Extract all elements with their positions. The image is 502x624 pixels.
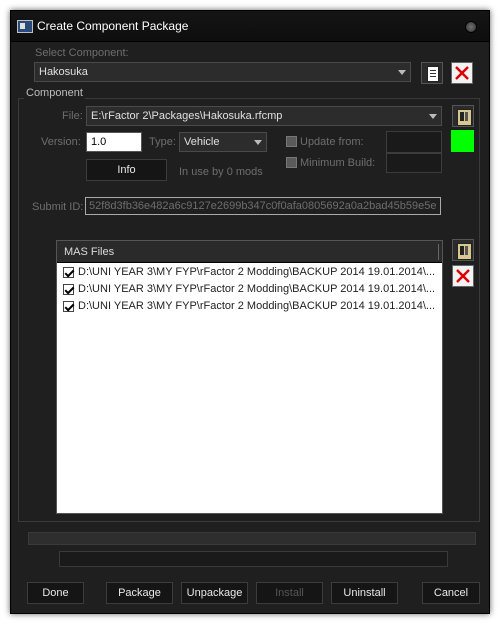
done-button[interactable]: Done (27, 582, 84, 604)
mas-file-checkbox[interactable] (63, 284, 74, 295)
list-item[interactable]: D:\UNI YEAR 3\MY FYP\rFactor 2 Modding\B… (57, 281, 442, 298)
chevron-down-icon (254, 140, 262, 145)
list-item[interactable]: D:\UNI YEAR 3\MY FYP\rFactor 2 Modding\B… (57, 298, 442, 315)
usage-text: In use by 0 mods (179, 166, 263, 178)
mas-files-list[interactable]: MAS Files D:\UNI YEAR 3\MY FYP\rFactor 2… (56, 240, 443, 514)
red-x-icon (455, 66, 469, 80)
package-button[interactable]: Package (106, 582, 173, 604)
file-dropdown[interactable]: E:\rFactor 2\Packages\Hakosuka.rfcmp (86, 106, 442, 126)
progress-bar-overall (28, 532, 476, 545)
delete-component-button[interactable] (451, 62, 473, 84)
cancel-button[interactable]: Cancel (422, 582, 480, 604)
version-input[interactable] (86, 132, 142, 152)
title-bar: Create Component Package (11, 11, 489, 42)
red-x-icon (456, 269, 470, 283)
info-button[interactable]: Info (86, 159, 167, 181)
select-component-dropdown[interactable]: Hakosuka (34, 62, 411, 82)
window-close-icon[interactable] (465, 21, 477, 33)
version-label: Version: (41, 136, 81, 148)
mas-file-checkbox[interactable] (63, 267, 74, 278)
select-component-value: Hakosuka (39, 66, 88, 78)
window-title: Create Component Package (37, 19, 189, 33)
chevron-down-icon (429, 114, 437, 119)
unpackage-button[interactable]: Unpackage (181, 582, 248, 604)
mas-file-path: D:\UNI YEAR 3\MY FYP\rFactor 2 Modding\B… (78, 300, 436, 312)
mas-file-path: D:\UNI YEAR 3\MY FYP\rFactor 2 Modding\B… (78, 283, 436, 295)
mas-file-path: D:\UNI YEAR 3\MY FYP\rFactor 2 Modding\B… (78, 266, 436, 278)
type-value: Vehicle (184, 136, 220, 148)
submit-id-label: Submit ID: (32, 201, 84, 213)
chevron-down-icon (398, 70, 406, 75)
minimum-build-label: Minimum Build: (300, 157, 376, 169)
package-icon (457, 109, 472, 126)
minimum-build-checkbox[interactable] (286, 157, 297, 168)
status-indicator (451, 130, 474, 152)
new-component-button[interactable] (421, 62, 443, 84)
add-mas-file-button[interactable] (452, 239, 474, 261)
submit-id-field[interactable]: 52f8d3fb36e482a6c9127e2699b347c0f0afa080… (85, 197, 441, 215)
type-dropdown[interactable]: Vehicle (179, 132, 267, 152)
file-value: E:\rFactor 2\Packages\Hakosuka.rfcmp (91, 110, 283, 122)
app-window-icon (17, 20, 33, 33)
uninstall-button[interactable]: Uninstall (331, 582, 398, 604)
install-button[interactable]: Install (256, 582, 323, 604)
column-separator (438, 244, 439, 260)
update-from-label: Update from: (300, 136, 364, 148)
mas-files-header: MAS Files (57, 241, 442, 263)
minimum-build-field[interactable] (386, 153, 442, 173)
document-icon (427, 66, 439, 82)
type-label: Type: (149, 136, 176, 148)
file-label: File: (62, 110, 83, 122)
component-group-label: Component (24, 87, 85, 99)
browse-file-button[interactable] (452, 105, 474, 127)
progress-bar-file (59, 551, 448, 567)
mas-files-header-label: MAS Files (64, 246, 115, 258)
update-from-field[interactable] (386, 131, 442, 153)
package-icon (457, 243, 472, 260)
select-component-label: Select Component: (35, 47, 129, 59)
remove-mas-file-button[interactable] (452, 265, 474, 287)
update-from-checkbox[interactable] (286, 136, 297, 147)
mas-file-checkbox[interactable] (63, 301, 74, 312)
list-item[interactable]: D:\UNI YEAR 3\MY FYP\rFactor 2 Modding\B… (57, 264, 442, 281)
